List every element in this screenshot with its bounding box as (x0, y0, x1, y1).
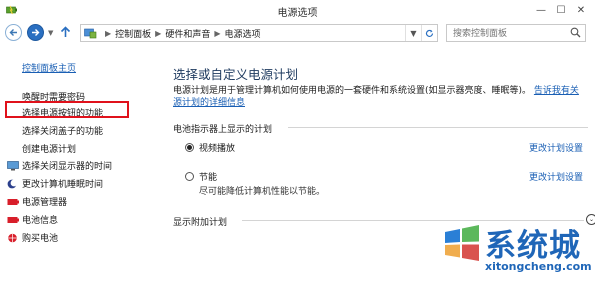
forward-button[interactable] (27, 24, 44, 41)
sidebar-item-label: 选择关闭显示器的时间 (22, 162, 113, 172)
show-additional-plans-label[interactable]: 显示附加计划 (173, 215, 227, 228)
windows-logo-icon (445, 225, 479, 261)
radio-button[interactable] (185, 172, 194, 181)
plan-details-link[interactable]: 源计划的详细信息 (173, 98, 245, 108)
watermark-url: xitongcheng.com (485, 260, 592, 273)
battery-icon (7, 198, 19, 205)
address-bar[interactable]: ▶ 控制面板 ▶ 硬件和声音 ▶ 电源选项 ▼ (80, 24, 438, 42)
plan-name: 视频播放 (199, 144, 236, 154)
window-title: 电源选项 (277, 8, 318, 19)
sidebar-item-power-manager[interactable]: 电源管理器 (7, 195, 67, 208)
control-panel-icon (84, 28, 97, 38)
navigation-bar: ▼ ▶ 控制面板 ▶ 硬件和声音 ▶ 电源选项 ▼ (0, 20, 595, 46)
plan-name: 节能 (199, 173, 218, 183)
moon-icon (7, 179, 18, 188)
breadcrumb-separator: ▶ (105, 28, 112, 38)
change-plan-settings-link[interactable]: 更改计划设置 (529, 170, 583, 183)
sidebar-item-label: 电池信息 (22, 216, 59, 226)
sidebar-item-label: 电源管理器 (22, 198, 68, 208)
sidebar-item-sleep-time[interactable]: 更改计算机睡眠时间 (7, 177, 103, 190)
close-button[interactable]: ✕ (571, 2, 591, 18)
arrow-left-icon (9, 29, 17, 36)
breadcrumb-hardware-sound[interactable]: 硬件和声音 (165, 27, 210, 40)
sidebar-item-label: 购买电池 (22, 234, 59, 244)
watermark-text: 系统城 (485, 228, 581, 264)
minimize-button[interactable]: — (531, 2, 551, 18)
watermark-logo: 系统城 xitongcheng.com (437, 216, 595, 298)
sidebar-item-label: 更改计算机睡眠时间 (22, 180, 104, 190)
search-input[interactable] (451, 27, 565, 41)
refresh-button[interactable] (421, 25, 437, 41)
breadcrumb-separator[interactable]: ▶ (155, 29, 161, 38)
page-description: 电源计划是用于管理计算机如何使用电源的一套硬件和系统设置(如显示器亮度、睡眠等)… (173, 85, 593, 109)
monitor-icon (7, 160, 19, 170)
address-dropdown-button[interactable]: ▼ (405, 25, 421, 41)
sidebar-item-create-plan[interactable]: 创建电源计划 (22, 142, 76, 155)
radio-button-selected[interactable] (185, 143, 194, 152)
sidebar-item-battery-info[interactable]: 电池信息 (7, 213, 58, 226)
change-plan-settings-link[interactable]: 更改计划设置 (529, 141, 583, 154)
sidebar-item-display-off[interactable]: 选择关闭显示器的时间 (7, 159, 112, 172)
arrow-right-icon (32, 29, 40, 36)
recent-pages-dropdown[interactable]: ▼ (48, 29, 53, 37)
description-text: 电源计划是用于管理计算机如何使用电源的一套硬件和系统设置(如显示器亮度、睡眠等)… (173, 86, 532, 96)
back-button[interactable] (5, 24, 22, 41)
sidebar-item-lid-close[interactable]: 选择关闭盖子的功能 (22, 124, 103, 137)
plan-description: 尽可能降低计算机性能以节能。 (199, 187, 326, 197)
learn-more-link[interactable]: 告诉我有关 (534, 86, 579, 96)
plan-power-saver[interactable]: 节能 (185, 170, 217, 183)
battery-plans-section-label: 电池指示器上显示的计划 (173, 125, 273, 135)
page-title: 选择或自定义电源计划 (173, 67, 299, 82)
plan-video-playback[interactable]: 视频播放 (185, 141, 235, 154)
highlight-box (5, 101, 129, 118)
title-bar: 电源选项 — ☐ ✕ (0, 0, 595, 21)
breadcrumb-power-options[interactable]: 电源选项 (225, 27, 261, 40)
section-divider (288, 127, 588, 128)
sidebar: 控制面板主页 唤醒时需要密码 选择电源按钮的功能 选择关闭盖子的功能 创建电源计… (0, 47, 160, 298)
sidebar-home-link[interactable]: 控制面板主页 (22, 61, 76, 74)
maximize-button[interactable]: ☐ (551, 2, 571, 18)
up-arrow-icon[interactable] (60, 26, 71, 41)
breadcrumb-separator[interactable]: ▶ (214, 29, 220, 38)
battery-icon (7, 216, 19, 223)
globe-icon (8, 233, 17, 242)
search-box[interactable] (446, 24, 586, 42)
refresh-icon (425, 29, 434, 37)
search-icon[interactable] (570, 27, 581, 38)
breadcrumb-control-panel[interactable]: 控制面板 (115, 27, 151, 40)
sidebar-item-buy-battery[interactable]: 购买电池 (7, 231, 58, 244)
